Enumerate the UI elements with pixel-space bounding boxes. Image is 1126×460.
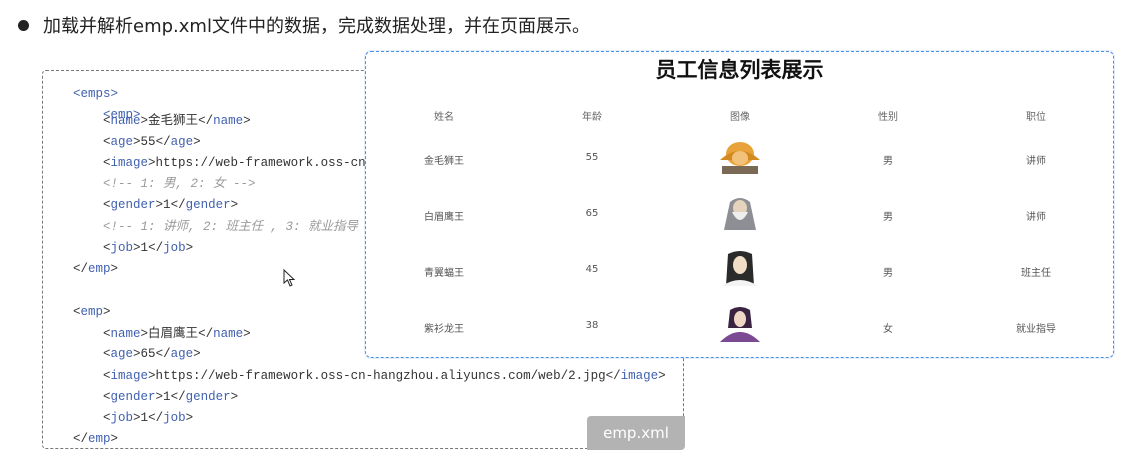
avatar: [724, 198, 756, 230]
cell-age: 55: [585, 152, 599, 163]
intro-text: 加载并解析emp.xml文件中的数据，完成数据处理，并在页面展示。: [43, 16, 590, 37]
cell-name: 紫衫龙王: [424, 324, 464, 335]
cell-job: 讲师: [1026, 156, 1046, 167]
xml-emp-open-2: <emp>: [73, 305, 111, 319]
xml-name-line-1: <name>金毛狮王</name>: [103, 112, 251, 128]
intro-bullet: 加载并解析emp.xml文件中的数据，完成数据处理，并在页面展示。: [18, 12, 590, 38]
xml-comment-line-1: <!-- 1: 男, 2: 女 -->: [103, 177, 256, 191]
xml-image-line-1: <image>https://web-framework.oss-cn: [103, 156, 366, 170]
xml-emp-close-1: </emp>: [73, 262, 119, 276]
cell-age: 65: [585, 208, 599, 219]
mouse-cursor-icon: [283, 269, 296, 287]
xml-emp-close-2: </emp>: [73, 432, 119, 446]
file-label-emp-xml: emp.xml: [587, 416, 685, 450]
cell-name: 白眉鹰王: [424, 212, 464, 223]
xml-job-line-2: <job>1</job>: [103, 411, 194, 425]
cell-age: 38: [585, 320, 599, 331]
cell-gender: 男: [883, 156, 893, 167]
employee-list-panel: 员工信息列表展示 姓名 年龄 图像 性别 职位 金毛狮王 55 男 讲师 白眉鹰…: [365, 51, 1114, 358]
cell-age: 45: [585, 264, 599, 275]
header-gender: 性别: [878, 112, 898, 123]
cell-name: 金毛狮王: [424, 156, 464, 167]
avatar: [720, 142, 760, 174]
cell-job: 讲师: [1026, 212, 1046, 223]
header-name: 姓名: [434, 112, 454, 123]
xml-image-line-2: <image>https://web-framework.oss-cn-hang…: [103, 369, 666, 383]
header-image: 图像: [730, 112, 750, 123]
cell-gender: 男: [883, 212, 893, 223]
panel-title: 员工信息列表展示: [655, 58, 824, 82]
avatar: [722, 251, 758, 286]
xml-job-line-1: <job>1</job>: [103, 241, 194, 255]
xml-age-line-1: <age>55</age>: [103, 135, 201, 149]
xml-gender-line-2: <gender>1</gender>: [103, 390, 239, 404]
xml-comment-line-2: <!-- 1: 讲师, 2: 班主任 , 3: 就业指导: [103, 220, 359, 234]
cell-name: 青翼蝠王: [424, 268, 464, 279]
xml-age-line-2: <age>65</age>: [103, 347, 201, 361]
bullet-dot: [18, 19, 29, 31]
cell-job: 班主任: [1021, 268, 1051, 279]
cell-job: 就业指导: [1016, 324, 1056, 335]
xml-name-line-2: <name>白眉鹰王</name>: [103, 325, 251, 341]
xml-gender-line-1: <gender>1</gender>: [103, 198, 239, 212]
avatar: [720, 307, 760, 342]
header-age: 年龄: [582, 112, 602, 123]
cell-gender: 女: [883, 324, 893, 335]
header-job: 职位: [1026, 112, 1046, 123]
cell-gender: 男: [883, 268, 893, 279]
